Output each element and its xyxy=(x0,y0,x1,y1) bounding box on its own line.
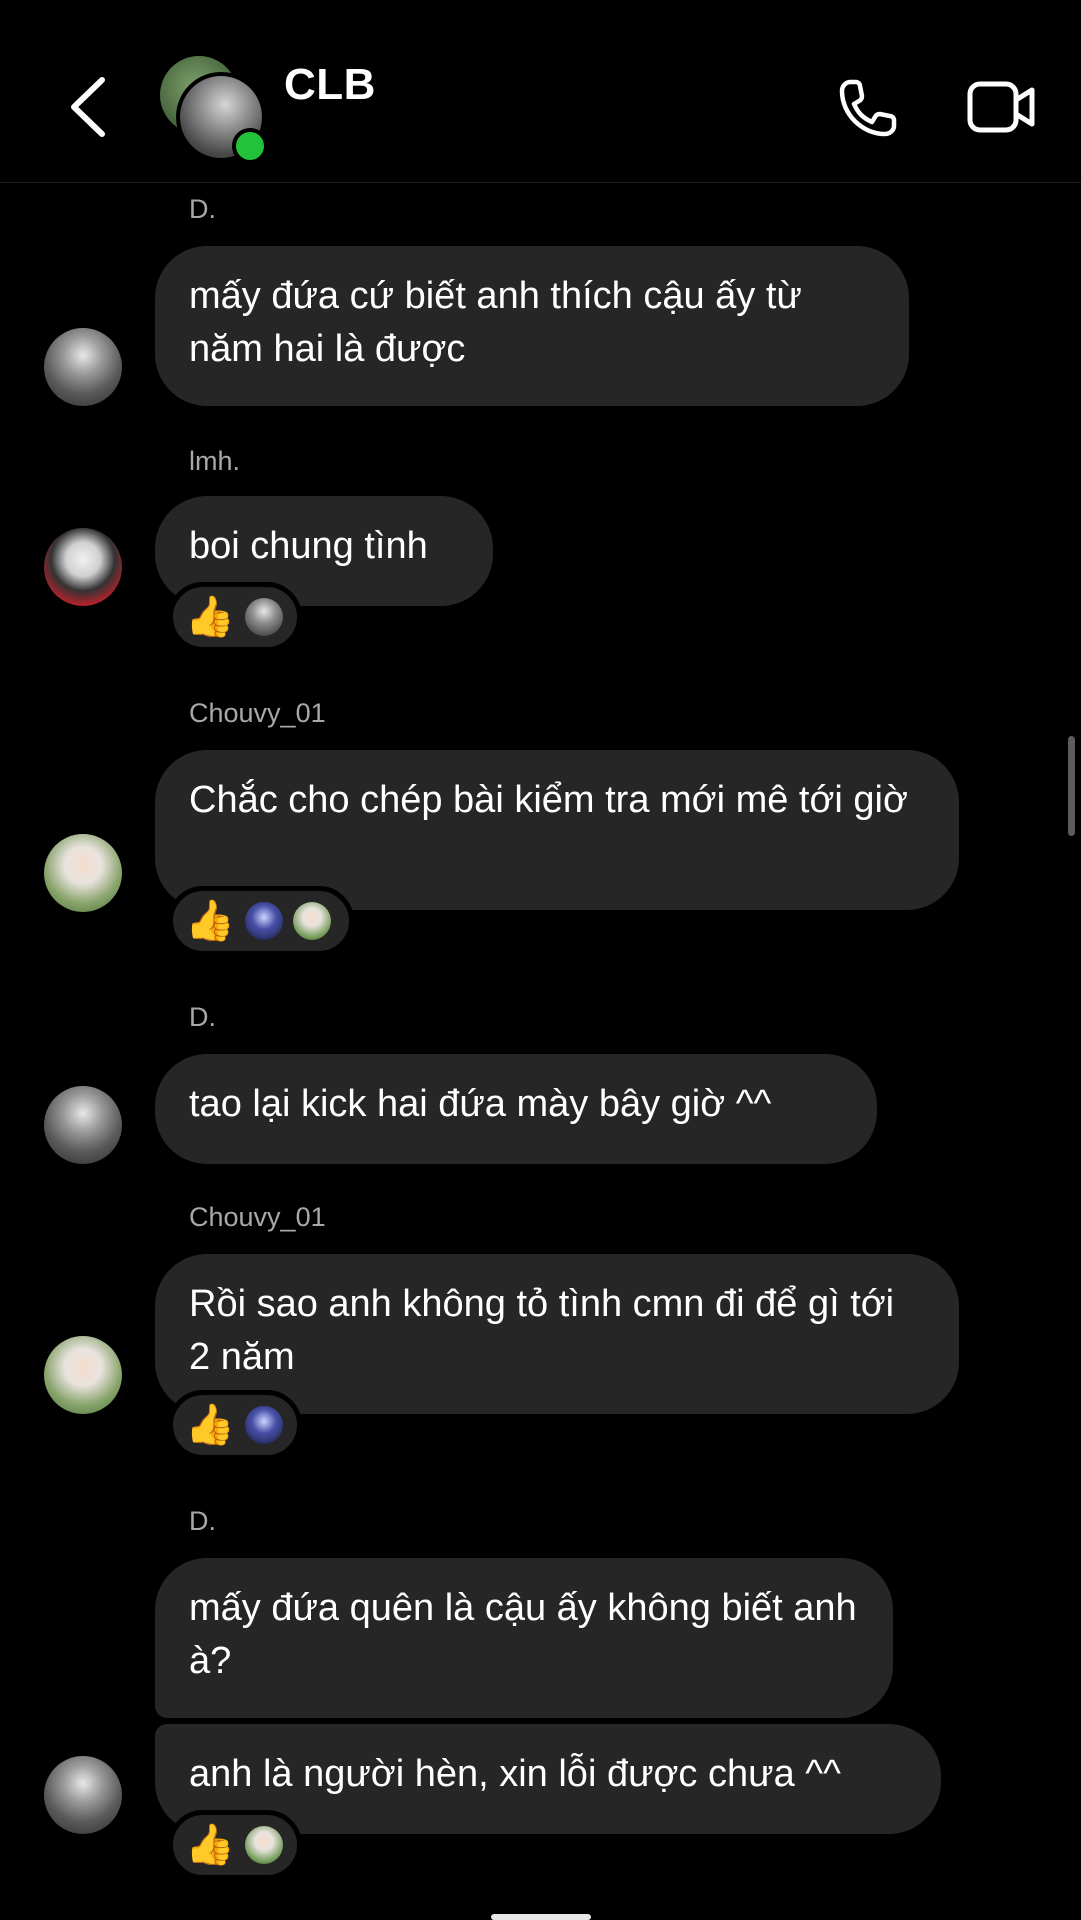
thumbs-up-icon: 👍 xyxy=(185,1822,235,1868)
reactor-avatar xyxy=(244,598,283,636)
reactions-pill[interactable]: 👍 xyxy=(168,1810,302,1880)
chevron-left-icon xyxy=(71,77,105,137)
online-status-dot xyxy=(232,128,268,164)
sender-avatar[interactable] xyxy=(44,834,122,912)
sender-name: Chouvy_01 xyxy=(189,698,326,728)
reactor-avatar xyxy=(244,1826,283,1864)
back-button[interactable] xyxy=(60,72,116,142)
reactions-pill[interactable]: 👍 xyxy=(168,1390,302,1460)
sender-avatar[interactable] xyxy=(44,1336,122,1414)
message-bubble[interactable]: tao lại kick hai đứa mày bây giờ ^^ xyxy=(155,1054,877,1164)
thumbs-up-icon: 👍 xyxy=(185,594,235,640)
chat-title[interactable]: CLB xyxy=(284,60,376,110)
thumbs-up-icon: 👍 xyxy=(185,898,235,944)
reactions-pill[interactable]: 👍 xyxy=(168,886,354,956)
message-bubble[interactable]: Rồi sao anh không tỏ tình cmn đi để gì t… xyxy=(155,1254,959,1414)
home-indicator xyxy=(491,1914,591,1920)
scrollbar[interactable] xyxy=(1068,736,1075,836)
voice-call-button[interactable] xyxy=(836,76,900,140)
message-bubble[interactable]: mấy đứa cứ biết anh thích cậu ấy từ năm … xyxy=(155,246,909,406)
reactor-avatar xyxy=(244,1406,283,1444)
sender-name: D. xyxy=(189,1506,216,1536)
phone-icon xyxy=(839,79,897,137)
reactor-avatar xyxy=(292,902,331,940)
sender-avatar[interactable] xyxy=(44,1756,122,1834)
sender-name: Chouvy_01 xyxy=(189,1202,326,1232)
video-camera-icon xyxy=(967,81,1035,133)
reactions-pill[interactable]: 👍 xyxy=(168,582,302,652)
sender-avatar[interactable] xyxy=(44,1086,122,1164)
message-bubble[interactable]: mấy đứa quên là cậu ấy không biết anh à? xyxy=(155,1558,893,1718)
reactor-avatar xyxy=(244,902,283,940)
chat-header: CLB xyxy=(0,0,1081,183)
sender-avatar[interactable] xyxy=(44,328,122,406)
sender-name: lmh. xyxy=(189,446,241,476)
video-call-button[interactable] xyxy=(966,78,1038,138)
sender-name: D. xyxy=(189,1002,216,1032)
sender-name: D. xyxy=(189,194,216,224)
sender-avatar[interactable] xyxy=(44,528,122,606)
thumbs-up-icon: 👍 xyxy=(185,1402,235,1448)
